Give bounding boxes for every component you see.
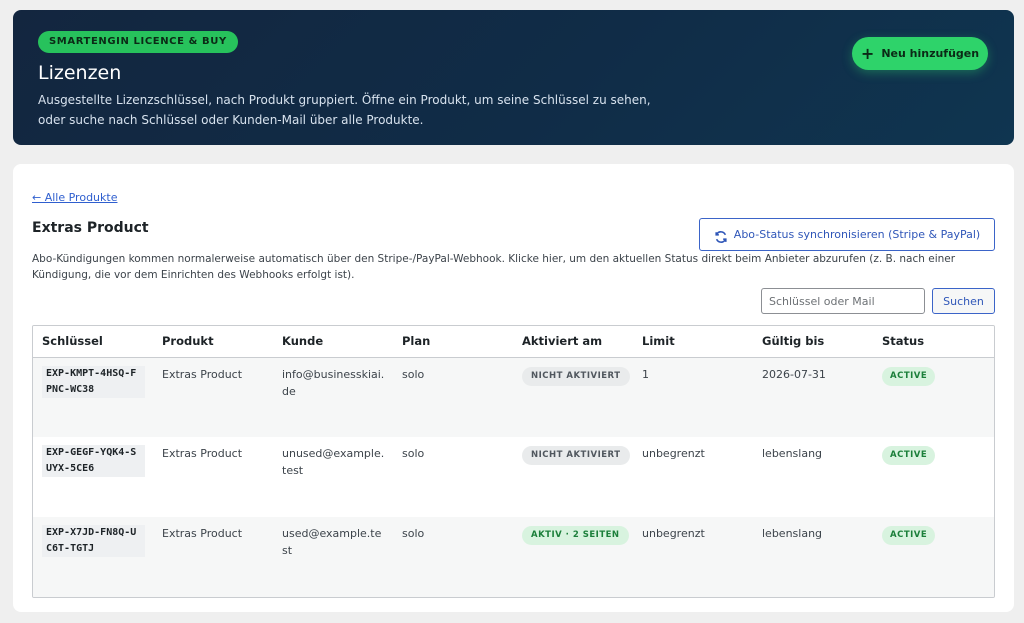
status-cell: ACTIVE (873, 357, 994, 437)
customer-cell: info@businesskiai.de (273, 357, 393, 437)
key-cell: EXP-X7JD-FN8Q-UC6T-TGTJ (33, 517, 153, 597)
limit-cell: 1 (633, 357, 753, 437)
column-header-limit[interactable]: Limit (633, 326, 753, 358)
table-header-row: Schlüssel Produkt Kunde Plan Aktiviert a… (33, 326, 994, 358)
customer-cell: unused@example.test (273, 437, 393, 517)
valid-until-cell: lebenslang (753, 437, 873, 517)
product-title: Extras Product (32, 220, 149, 236)
column-header-status[interactable]: Status (873, 326, 994, 358)
table-row[interactable]: EXP-KMPT-4HSQ-FPNC-WC38 Extras Product i… (33, 357, 994, 437)
licenses-panel: ← Alle Produkte Extras Product Abo-Statu… (13, 164, 1014, 612)
search-input[interactable] (761, 288, 925, 314)
status-badge: ACTIVE (882, 366, 936, 386)
activation-badge: AKTIV · 2 SEITEN (522, 526, 629, 545)
status-cell: ACTIVE (873, 437, 994, 517)
licenses-table: Schlüssel Produkt Kunde Plan Aktiviert a… (32, 325, 995, 598)
column-header-product[interactable]: Produkt (153, 326, 273, 358)
activated-cell: NICHT AKTIVIERT (513, 437, 633, 517)
plan-cell: solo (393, 517, 513, 597)
plugin-badge: SMARTENGIN LICENCE & BUY (38, 31, 238, 53)
sync-button-label: Abo-Status synchronisieren (Stripe & Pay… (733, 228, 981, 241)
table-row[interactable]: EXP-GEGF-YQK4-SUYX-5CE6 Extras Product u… (33, 437, 994, 517)
page-title: Lizenzen (38, 62, 122, 84)
back-to-all-products-link[interactable]: ← Alle Produkte (32, 191, 117, 204)
table-row[interactable]: EXP-X7JD-FN8Q-UC6T-TGTJ Extras Product u… (33, 517, 994, 597)
sync-icon (715, 230, 727, 243)
plan-cell: solo (393, 437, 513, 517)
license-key[interactable]: EXP-GEGF-YQK4-SUYX-5CE6 (42, 445, 145, 477)
column-header-plan[interactable]: Plan (393, 326, 513, 358)
page-header: SMARTENGIN LICENCE & BUY Lizenzen Ausges… (13, 10, 1014, 145)
activated-cell: AKTIV · 2 SEITEN (513, 517, 633, 597)
product-cell: Extras Product (153, 437, 273, 517)
status-cell: ACTIVE (873, 517, 994, 597)
sync-description: Abo-Kündigungen kommen normalerweise aut… (32, 253, 956, 281)
key-cell: EXP-KMPT-4HSQ-FPNC-WC38 (33, 357, 153, 437)
status-badge: ACTIVE (882, 446, 936, 465)
add-new-label: Neu hinzufügen (881, 47, 980, 60)
add-new-button[interactable]: + Neu hinzufügen (852, 37, 988, 70)
product-cell: Extras Product (153, 357, 273, 437)
limit-cell: unbegrenzt (633, 437, 753, 517)
column-header-key[interactable]: Schlüssel (33, 326, 153, 358)
status-badge: ACTIVE (882, 526, 936, 545)
activation-badge: NICHT AKTIVIERT (522, 366, 630, 386)
limit-cell: unbegrenzt (633, 517, 753, 597)
customer-cell: used@example.test (273, 517, 393, 597)
sync-subscription-button[interactable]: Abo-Status synchronisieren (Stripe & Pay… (699, 218, 995, 251)
search-button[interactable]: Suchen (932, 288, 995, 314)
key-cell: EXP-GEGF-YQK4-SUYX-5CE6 (33, 437, 153, 517)
license-key[interactable]: EXP-X7JD-FN8Q-UC6T-TGTJ (42, 525, 145, 557)
valid-until-cell: lebenslang (753, 517, 873, 597)
plan-cell: solo (393, 357, 513, 437)
plus-icon: + (860, 43, 875, 63)
column-header-customer[interactable]: Kunde (273, 326, 393, 358)
page-description: Ausgestellte Lizenzschlüssel, nach Produ… (38, 93, 651, 127)
valid-until-cell: 2026-07-31 (753, 357, 873, 437)
column-header-activated[interactable]: Aktiviert am (513, 326, 633, 358)
product-cell: Extras Product (153, 517, 273, 597)
activated-cell: NICHT AKTIVIERT (513, 357, 633, 437)
column-header-valid-until[interactable]: Gültig bis (753, 326, 873, 358)
license-key[interactable]: EXP-KMPT-4HSQ-FPNC-WC38 (42, 365, 145, 398)
activation-badge: NICHT AKTIVIERT (522, 446, 630, 465)
